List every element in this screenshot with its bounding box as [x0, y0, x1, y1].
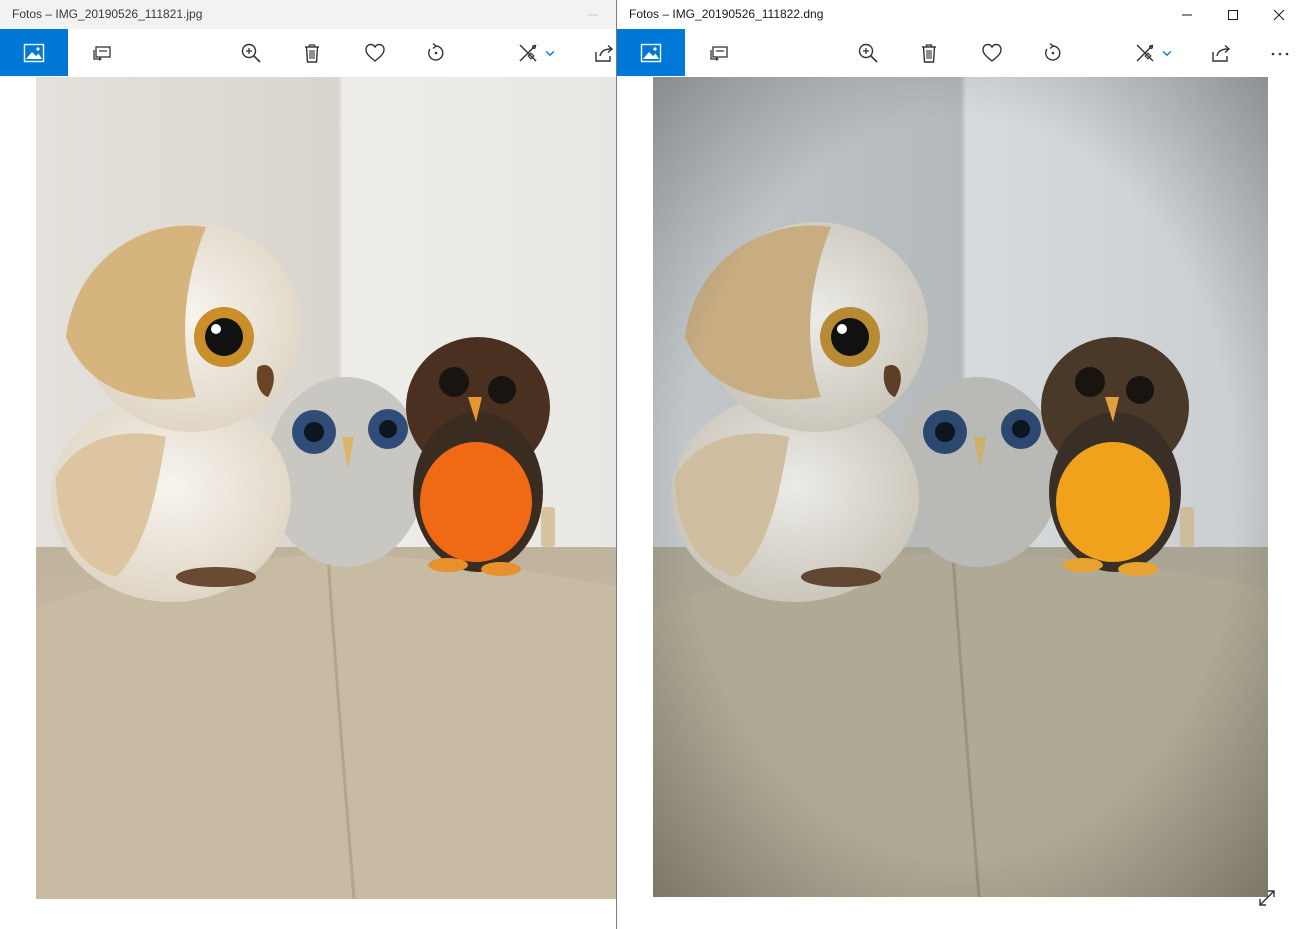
delete-button[interactable] — [909, 29, 949, 77]
rotate-icon — [1045, 42, 1061, 61]
favorite-heart-icon — [982, 43, 1002, 62]
zoom-in-icon — [241, 43, 261, 63]
slideshow-button[interactable] — [82, 29, 122, 77]
share-icon — [595, 44, 614, 62]
photo-toolbar — [617, 29, 1302, 77]
owls-photo-dng — [653, 77, 1268, 897]
minimize-icon — [588, 14, 598, 15]
photo-image — [36, 77, 616, 899]
chevron-down-icon — [545, 50, 555, 57]
maximize-button[interactable] — [1210, 0, 1256, 29]
close-button[interactable] — [1256, 0, 1302, 29]
see-all-photos-button[interactable] — [617, 29, 685, 76]
share-button[interactable] — [584, 29, 616, 77]
photo-viewer[interactable] — [617, 77, 1302, 929]
rotate-icon — [428, 42, 444, 61]
share-button[interactable] — [1201, 29, 1241, 77]
collection-icon — [640, 43, 662, 62]
edit-create-icon — [1136, 44, 1154, 62]
rotate-button[interactable] — [416, 29, 456, 77]
minimize-button[interactable] — [1164, 0, 1210, 29]
rotate-button[interactable] — [1033, 29, 1073, 77]
collection-icon — [23, 43, 45, 62]
caption-buttons — [570, 0, 616, 29]
favorite-heart-icon — [365, 43, 385, 62]
owls-photo-jpg — [36, 77, 616, 899]
close-icon — [1273, 9, 1285, 20]
fullscreen-button[interactable] — [1256, 887, 1278, 909]
zoom-button[interactable] — [848, 29, 888, 77]
photos-window-left: Fotos – IMG_20190526_111821.jpg — [0, 0, 616, 929]
delete-icon — [305, 44, 319, 63]
minimize-icon — [1182, 14, 1192, 15]
see-all-photos-button[interactable] — [0, 29, 68, 76]
edit-create-icon — [519, 44, 537, 62]
edit-dropdown-button[interactable] — [538, 29, 562, 77]
minimize-button[interactable] — [570, 0, 616, 29]
more-options-button[interactable] — [1260, 29, 1300, 77]
delete-button[interactable] — [292, 29, 332, 77]
window-title: Fotos – IMG_20190526_111822.dng — [629, 7, 824, 21]
caption-buttons — [1164, 0, 1302, 29]
title-bar[interactable]: Fotos – IMG_20190526_111822.dng — [617, 0, 1302, 29]
slideshow-icon — [710, 46, 728, 61]
expand-icon — [1259, 890, 1275, 906]
zoom-in-icon — [858, 43, 878, 63]
edit-dropdown-button[interactable] — [1155, 29, 1179, 77]
slideshow-button[interactable] — [699, 29, 739, 77]
photo-image — [653, 77, 1268, 897]
photos-window-right: Fotos – IMG_20190526_111822.dng — [616, 0, 1302, 929]
chevron-down-icon — [1162, 50, 1172, 57]
delete-icon — [922, 44, 936, 63]
share-icon — [1212, 44, 1231, 62]
slideshow-icon — [93, 46, 111, 61]
photo-viewer[interactable] — [0, 77, 616, 929]
title-bar[interactable]: Fotos – IMG_20190526_111821.jpg — [0, 0, 616, 29]
window-title: Fotos – IMG_20190526_111821.jpg — [12, 7, 203, 21]
photo-toolbar — [0, 29, 616, 77]
more-options-icon — [1271, 52, 1289, 56]
maximize-icon — [1228, 9, 1238, 20]
zoom-button[interactable] — [231, 29, 271, 77]
favorite-button[interactable] — [355, 29, 395, 77]
favorite-button[interactable] — [972, 29, 1012, 77]
